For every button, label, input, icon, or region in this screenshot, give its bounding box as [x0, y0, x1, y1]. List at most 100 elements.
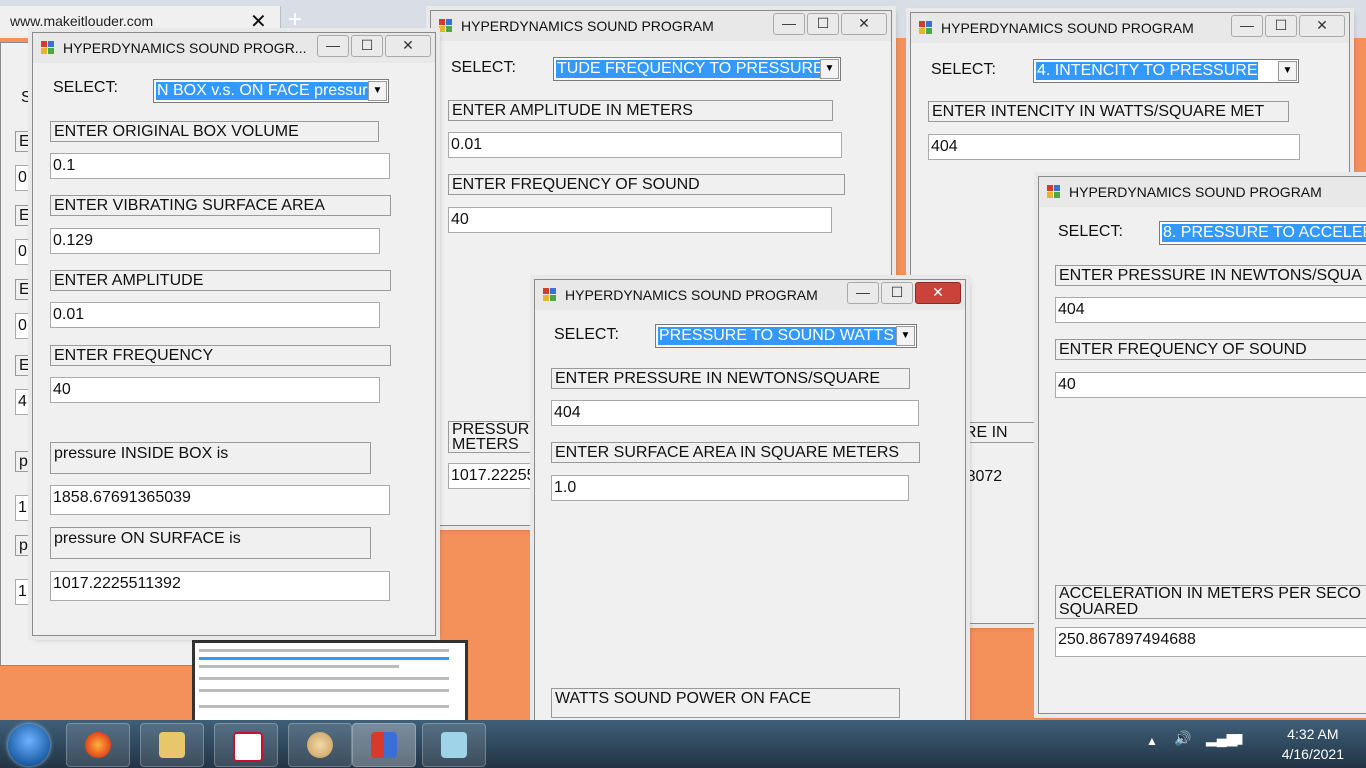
chevron-down-icon[interactable]: ▼ — [1278, 61, 1297, 81]
app-icon — [919, 21, 933, 34]
intensity-label: ENTER INTENCITY IN WATTS/SQUARE MET — [928, 101, 1289, 122]
back-window-char: p — [15, 535, 32, 556]
notepad-icon — [441, 732, 467, 758]
back-window-char: 4 — [15, 389, 31, 415]
window-box-vs-face: HYPERDYNAMICS SOUND PROGR... — ☐ ✕ SELEC… — [32, 32, 436, 636]
paint-taskbar-button[interactable] — [288, 723, 352, 767]
vibrating-area-input[interactable]: 0.129 — [50, 228, 380, 254]
explorer-taskbar-button[interactable] — [140, 723, 204, 767]
pressure-input[interactable]: 404 — [551, 400, 919, 426]
amplitude-label: ENTER AMPLITUDE IN METERS — [448, 100, 833, 121]
original-box-volume-input[interactable]: 0.1 — [50, 153, 390, 179]
chevron-down-icon[interactable]: ▼ — [896, 326, 915, 346]
minimize-button[interactable]: — — [317, 35, 349, 57]
close-button[interactable]: ✕ — [915, 282, 961, 304]
pressure-input[interactable]: 404 — [1055, 297, 1366, 323]
mode-select-value: 4. INTENCITY TO PRESSURE — [1036, 62, 1258, 80]
close-button[interactable]: ✕ — [1299, 15, 1345, 37]
firefox-taskbar-button[interactable] — [66, 723, 130, 767]
mode-select-value: TUDE FREQUENCY TO PRESSURE — [556, 60, 820, 78]
minimize-button[interactable]: — — [1231, 15, 1263, 37]
maximize-button[interactable]: ☐ — [351, 35, 383, 57]
back-window-char: p — [15, 451, 32, 472]
window-pressure-sound-watts: HYPERDYNAMICS SOUND PROGRAM — ☐ ✕ SELECT… — [534, 279, 966, 741]
mode-select[interactable]: N BOX v.s. ON FACE pressure ▼ — [153, 79, 389, 103]
chevron-down-icon[interactable]: ▼ — [368, 81, 387, 101]
pressure-inside-output: 1858.67691365039 — [50, 485, 390, 515]
folder-icon — [159, 732, 185, 758]
pdf-taskbar-button[interactable] — [214, 723, 278, 767]
select-label: SELECT: — [931, 61, 996, 78]
title-bar[interactable]: HYPERDYNAMICS SOUND PROGRAM — ☐ ✕ — [535, 280, 965, 310]
frequency-label: ENTER FREQUENCY — [50, 345, 391, 366]
minimize-button[interactable]: — — [773, 13, 805, 35]
chevron-down-icon[interactable]: ▼ — [820, 59, 839, 79]
palette-icon — [307, 732, 333, 758]
back-window-char: 1 — [15, 579, 31, 605]
title-bar[interactable]: HYPERDYNAMICS SOUND PROGRAM — [1039, 177, 1366, 207]
mode-select-value: 8. PRESSURE TO ACCELER — [1162, 224, 1366, 242]
mode-select-value: N BOX v.s. ON FACE pressure — [156, 82, 368, 100]
mode-select[interactable]: 4. INTENCITY TO PRESSURE ▼ — [1033, 59, 1299, 83]
pressure-inside-label: pressure INSIDE BOX is — [50, 442, 371, 474]
app-icon — [371, 732, 397, 758]
firefox-icon — [85, 732, 111, 758]
amplitude-input[interactable]: 0.01 — [50, 302, 380, 328]
select-label: SELECT: — [53, 79, 118, 96]
mode-select[interactable]: PRESSURE TO SOUND WATTS ▼ — [655, 324, 917, 348]
amplitude-input[interactable]: 0.01 — [448, 132, 842, 158]
back-window-char: 0 — [15, 313, 31, 339]
intensity-input[interactable]: 404 — [928, 134, 1300, 160]
maximize-button[interactable]: ☐ — [881, 282, 913, 304]
speaker-icon[interactable]: 🔊 — [1174, 730, 1191, 747]
sound-program-taskbar-button[interactable] — [352, 723, 416, 767]
start-button[interactable] — [8, 724, 50, 766]
browser-tab-url: www.makeitlouder.com — [10, 13, 154, 29]
show-hidden-icons-icon[interactable]: ▲ — [1146, 734, 1158, 748]
close-icon[interactable]: ✕ — [250, 9, 267, 34]
clock[interactable]: 4:32 AM 4/16/2021 — [1282, 724, 1344, 764]
frequency-input[interactable]: 40 — [1055, 372, 1366, 398]
mode-select[interactable]: 8. PRESSURE TO ACCELER — [1159, 221, 1366, 245]
mode-select[interactable]: TUDE FREQUENCY TO PRESSURE ▼ — [553, 57, 841, 81]
pressure-label: ENTER PRESSURE IN NEWTONS/SQUA — [1055, 265, 1366, 286]
select-label: SELECT: — [451, 59, 516, 76]
frequency-label: ENTER FREQUENCY OF SOUND — [1055, 339, 1366, 360]
taskbar: ▲ 🔊 ▂▄▆ ▮ 4:32 AM 4/16/2021 — [0, 720, 1366, 768]
signal-icon[interactable]: ▂▄▆ — [1206, 730, 1237, 747]
battery-icon[interactable]: ▮ — [1236, 730, 1244, 747]
close-button[interactable]: ✕ — [385, 35, 431, 57]
back-window-char: E — [15, 205, 32, 226]
maximize-button[interactable]: ☐ — [807, 13, 839, 35]
surface-area-input[interactable]: 1.0 — [551, 475, 909, 501]
frequency-input[interactable]: 40 — [448, 207, 832, 233]
close-button[interactable]: ✕ — [841, 13, 887, 35]
acceleration-label: ACCELERATION IN METERS PER SECO SQUARED — [1055, 585, 1366, 619]
watts-label: WATTS SOUND POWER ON FACE — [551, 688, 900, 718]
title-bar[interactable]: HYPERDYNAMICS SOUND PROGR... — ☐ ✕ — [33, 33, 435, 63]
back-window-char: E — [15, 279, 32, 300]
window-title: HYPERDYNAMICS SOUND PROGRAM — [941, 20, 1194, 36]
surface-area-label: ENTER SURFACE AREA IN SQUARE METERS — [551, 442, 920, 463]
frequency-input[interactable]: 40 — [50, 377, 380, 403]
window-title: HYPERDYNAMICS SOUND PROGRAM — [565, 287, 818, 303]
new-tab-button[interactable]: + — [288, 6, 302, 34]
clock-time: 4:32 AM — [1287, 726, 1339, 742]
pdf-icon — [233, 732, 263, 762]
pressure-label: ENTER PRESSURE IN NEWTONS/SQUARE — [551, 368, 910, 389]
taskbar-preview-thumbnail[interactable] — [192, 640, 468, 728]
window-pressure-acceleration: HYPERDYNAMICS SOUND PROGRAM SELECT: 8. P… — [1038, 176, 1366, 714]
original-box-volume-label: ENTER ORIGINAL BOX VOLUME — [50, 121, 379, 142]
maximize-button[interactable]: ☐ — [1265, 15, 1297, 37]
window-title: HYPERDYNAMICS SOUND PROGR... — [63, 40, 307, 56]
clock-date: 4/16/2021 — [1281, 746, 1344, 762]
app-icon — [543, 288, 557, 301]
title-bar[interactable]: HYPERDYNAMICS SOUND PROGRAM — ☐ ✕ — [431, 11, 891, 41]
title-bar[interactable]: HYPERDYNAMICS SOUND PROGRAM — ☐ ✕ — [911, 13, 1349, 43]
app-icon — [41, 41, 55, 54]
back-window-char: 1 — [15, 495, 31, 521]
select-label: SELECT: — [554, 326, 619, 343]
notepad-taskbar-button[interactable] — [422, 723, 486, 767]
mode-select-value: PRESSURE TO SOUND WATTS — [658, 327, 896, 345]
minimize-button[interactable]: — — [847, 282, 879, 304]
